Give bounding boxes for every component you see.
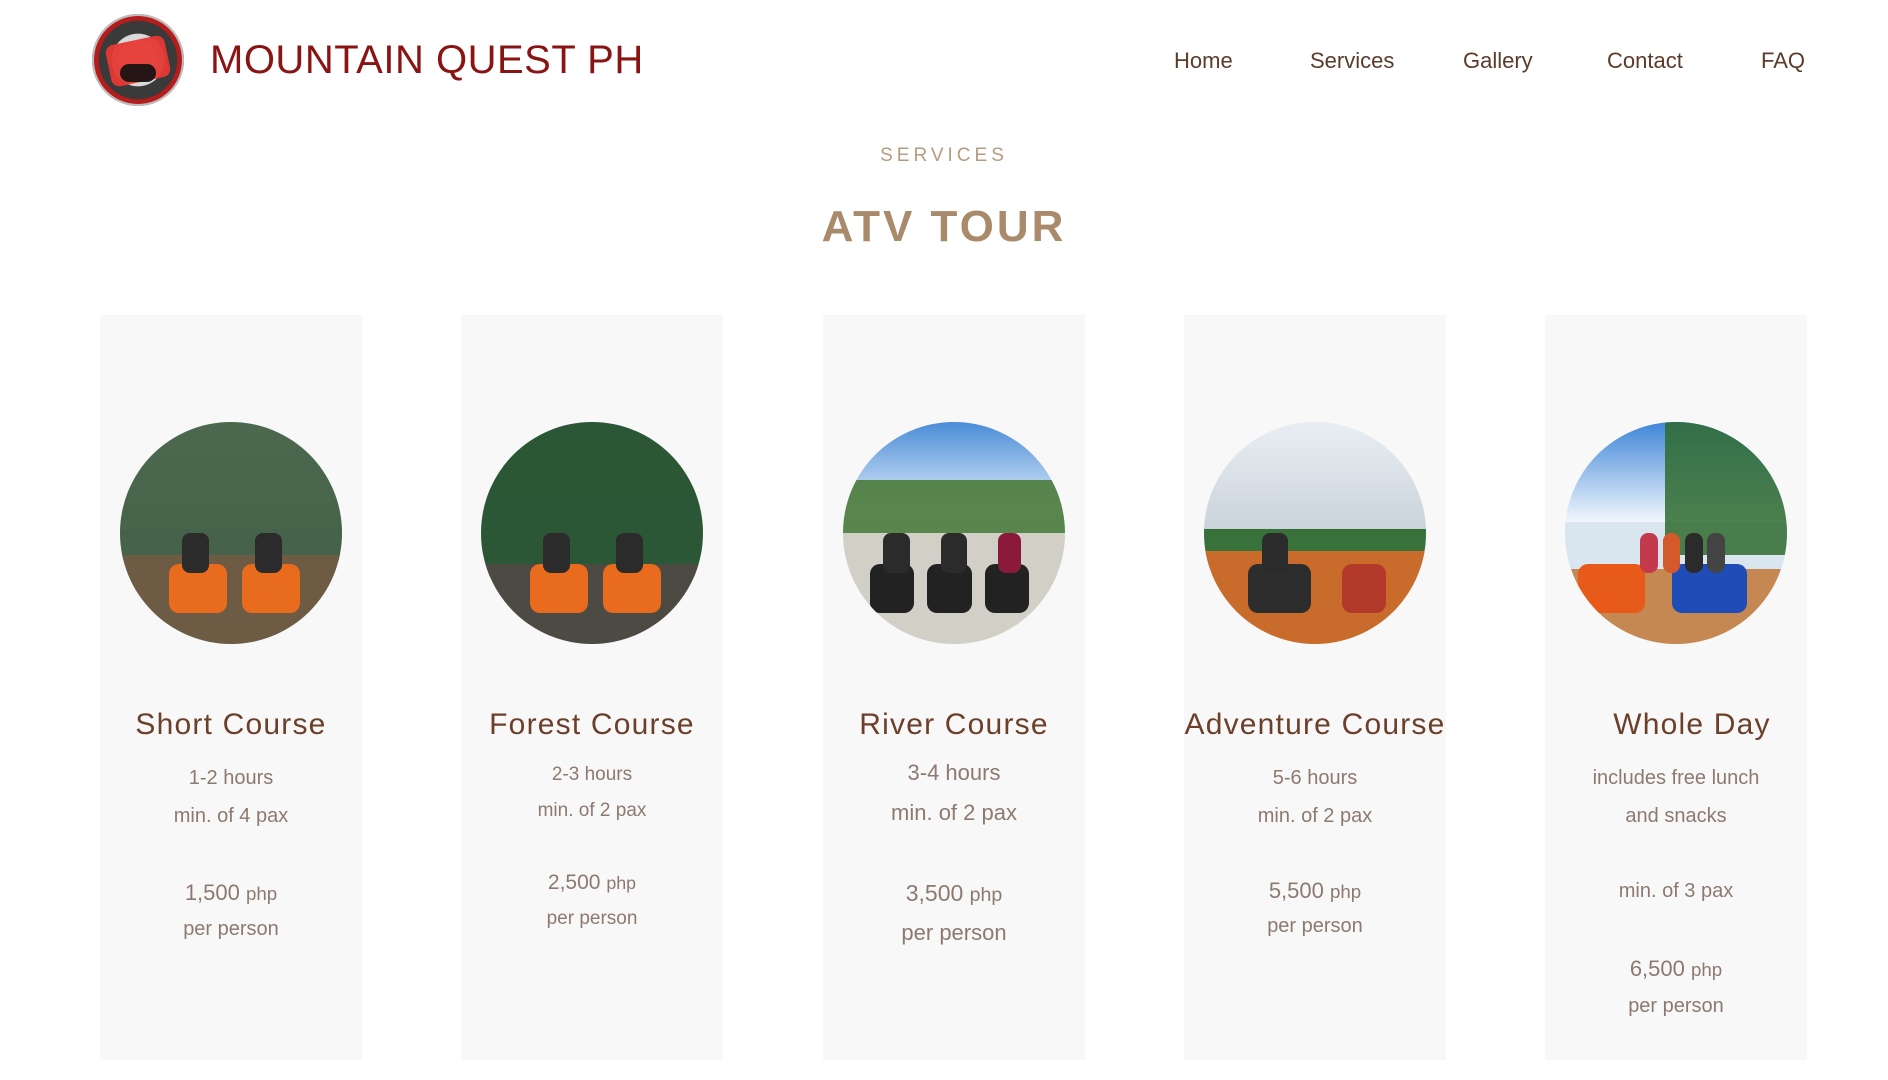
rider (616, 533, 644, 573)
tour-card-whole-day: Whole Day includes free lunch and snacks… (1545, 315, 1807, 1060)
price-number: 3,500 (905, 880, 964, 906)
rider (940, 533, 968, 573)
tour-photo (120, 422, 342, 644)
photo-trees (1664, 422, 1787, 556)
tour-min-pax: min. of 2 pax (891, 800, 1017, 825)
tour-title: Adventure Course (1184, 708, 1446, 741)
price-unit: php (969, 884, 1003, 906)
rider (1707, 533, 1725, 573)
tour-title: Forest Course (489, 708, 695, 741)
price-number: 5,500 (1268, 878, 1324, 903)
tour-card-river-course: River Course 3-4 hours min. of 2 pax 3,5… (823, 315, 1085, 1060)
tour-card-adventure-course: Adventure Course 5-6 hours min. of 2 pax… (1184, 315, 1446, 1060)
tour-price: 3,500 php (823, 880, 1085, 907)
photo-trees (843, 479, 1065, 533)
tour-duration: 5-6 hours (1272, 767, 1358, 789)
tour-photo (843, 422, 1065, 644)
rider (255, 533, 283, 573)
rider (1640, 533, 1659, 573)
tour-photo (1204, 422, 1426, 644)
tour-price: 6,500 php (1545, 956, 1807, 982)
atv-vehicle (1341, 564, 1387, 613)
tour-min-pax: min. of 3 pax (1618, 880, 1734, 902)
page: MOUNTAIN QUEST PH Home Services Gallery … (0, 0, 1888, 1080)
price-number: 1,500 (184, 880, 240, 905)
photo-ground (481, 564, 703, 644)
photo-trees (481, 422, 703, 578)
tour-price-per: per person (901, 920, 1007, 945)
tour-duration: 2-3 hours (551, 764, 633, 785)
tour-min-pax: min. of 2 pax (537, 800, 647, 821)
rider (543, 533, 570, 573)
rider (1261, 533, 1289, 573)
tour-inclusion-continued: and snacks (1625, 805, 1727, 827)
tour-price-per: per person (183, 918, 279, 940)
tour-card-short-course: Short Course 1-2 hours min. of 4 pax 1,5… (100, 315, 362, 1060)
tour-price-per: per person (1628, 995, 1724, 1017)
photo-ground (1204, 550, 1426, 644)
tour-title: River Course (859, 708, 1049, 741)
tour-card-forest-course: Forest Course 2-3 hours min. of 2 pax 2,… (461, 315, 723, 1060)
tour-min-pax: min. of 4 pax (173, 805, 289, 827)
tour-price-per: per person (1267, 915, 1363, 937)
tour-photo (481, 422, 703, 644)
rider (998, 533, 1021, 573)
photo-trees (120, 422, 342, 560)
tour-price-per: per person (546, 908, 638, 929)
rider (1662, 533, 1681, 573)
rider (882, 533, 910, 573)
tour-inclusion: includes free lunch (1592, 767, 1760, 789)
tour-price: 2,500 php (461, 871, 723, 895)
tour-price: 1,500 php (100, 880, 362, 906)
tour-duration: 3-4 hours (907, 760, 1001, 785)
price-unit: php (606, 873, 637, 893)
tour-price: 5,500 php (1184, 878, 1446, 904)
tour-photo (1565, 422, 1787, 644)
tour-duration: 1-2 hours (188, 767, 274, 789)
price-number: 2,500 (547, 871, 601, 894)
atv-vehicle (1578, 564, 1645, 613)
tour-title: Whole Day (1613, 708, 1771, 741)
price-unit: php (246, 883, 278, 904)
price-unit: php (1691, 959, 1723, 980)
price-unit: php (1330, 881, 1362, 902)
price-number: 6,500 (1629, 956, 1685, 981)
photo-sky (1204, 422, 1426, 533)
rider (1684, 533, 1703, 573)
rider (182, 533, 209, 573)
tour-min-pax: min. of 2 pax (1257, 805, 1373, 827)
tour-title: Short Course (135, 708, 327, 741)
photo-ground (120, 555, 342, 644)
tour-cards: Short Course 1-2 hours min. of 4 pax 1,5… (0, 0, 1888, 1080)
